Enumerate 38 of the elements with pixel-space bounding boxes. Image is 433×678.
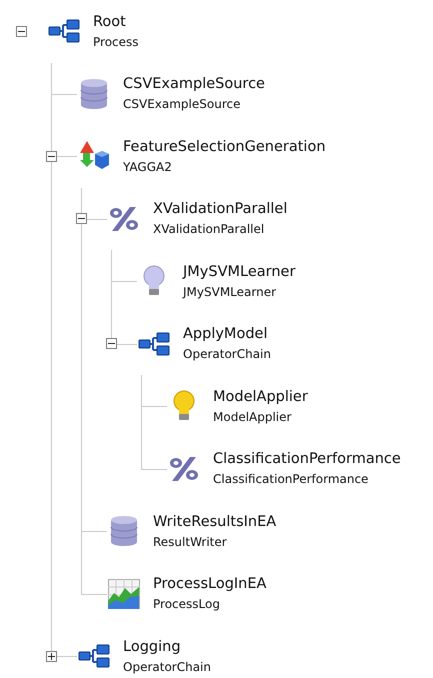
tree-toggle[interactable] — [106, 338, 117, 350]
operator-type: CSVExampleSource — [123, 97, 242, 112]
area-chart-icon — [108, 578, 140, 609]
operator-type: JMySVMLearner — [183, 284, 278, 299]
percent-icon — [108, 206, 140, 232]
operator-name: FeatureSelectionGeneration — [123, 138, 326, 156]
operator-name: Logging — [123, 638, 182, 656]
database-icon — [80, 78, 108, 110]
operator-name: ClassificationPerformance — [213, 451, 401, 468]
lightbulb-icon — [173, 390, 195, 422]
operator-type: OperatorChain — [183, 347, 271, 362]
operator-type: ProcessLog — [153, 597, 221, 612]
operator-name: Root — [93, 14, 127, 31]
plus-icon — [48, 652, 55, 660]
percent-icon — [168, 456, 200, 482]
operator-name: WriteResultsInEA — [153, 514, 276, 531]
operator-name: JMySVMLearner — [183, 264, 296, 281]
tree-toggle[interactable] — [46, 150, 57, 162]
operator-type: YAGGA2 — [123, 160, 173, 174]
operator-chain-icon — [138, 330, 170, 357]
database-icon — [110, 515, 138, 548]
operator-name: ApplyModel — [183, 326, 268, 344]
operator-type: XValidationParallel — [153, 222, 266, 236]
operator-type: ResultWriter — [153, 534, 228, 549]
tree-toggle[interactable] — [46, 650, 57, 662]
operator-type: ModelApplier — [213, 410, 292, 424]
tree-toggle[interactable] — [16, 26, 27, 37]
operator-type: Process — [93, 34, 139, 49]
operator-name: XValidationParallel — [153, 201, 288, 218]
operator-name: ModelApplier — [213, 388, 308, 406]
operator-type: ClassificationPerformance — [213, 472, 370, 486]
operator-type: OperatorChain — [123, 660, 211, 674]
operator-name: ProcessLogInEA — [153, 576, 266, 594]
operator-chain-icon — [48, 18, 80, 44]
tree-toggle[interactable] — [76, 213, 87, 224]
operator-chain-icon — [78, 643, 110, 670]
operator-name: CSVExampleSource — [123, 76, 265, 94]
lightbulb-icon — [143, 265, 165, 298]
